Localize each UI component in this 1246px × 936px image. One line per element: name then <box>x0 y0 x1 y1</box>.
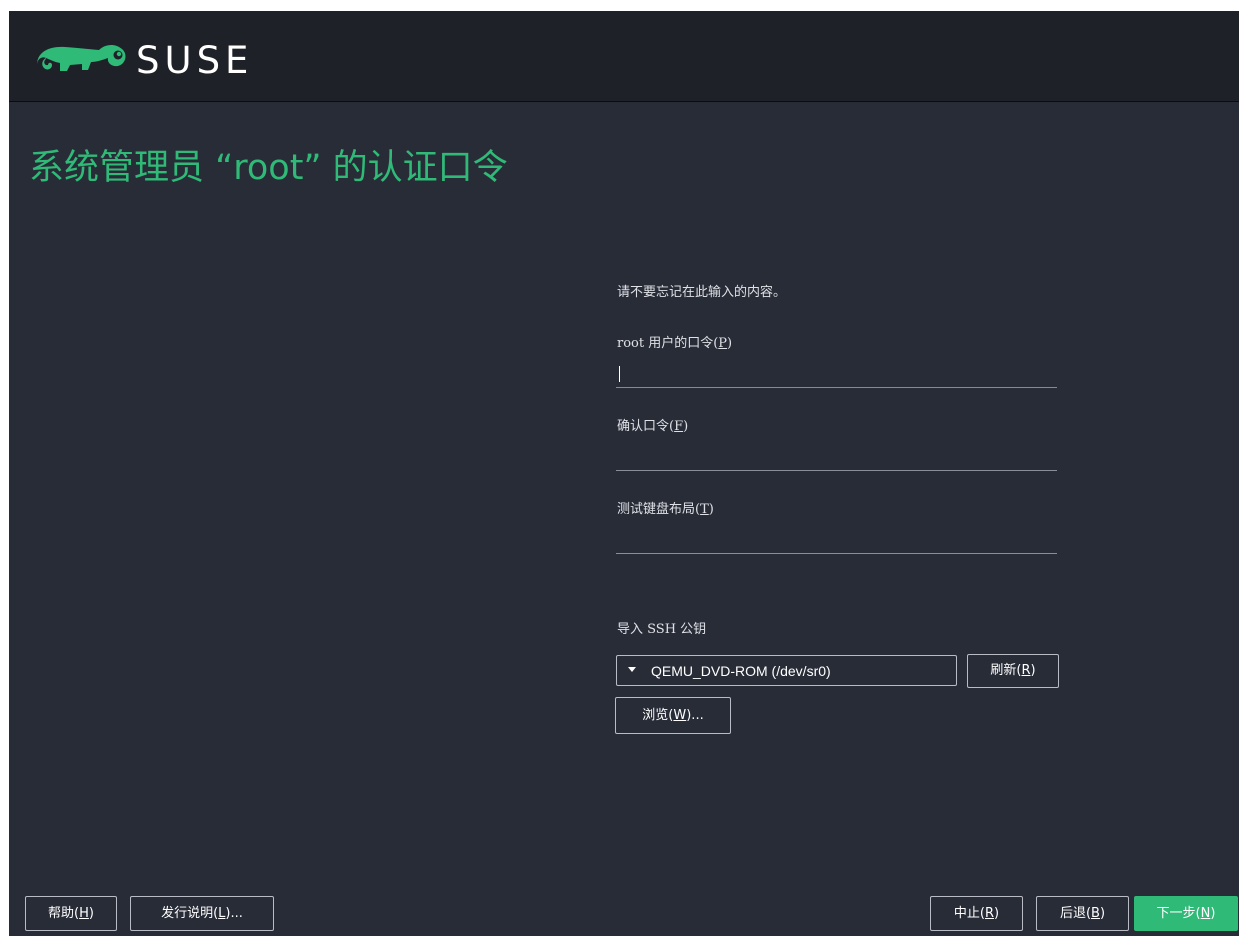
installer-window: SUSE 系统管理员 “root” 的认证口令 请不要忘记在此输入的内容。 ro… <box>9 11 1239 936</box>
text-cursor <box>619 366 620 382</box>
ssh-source-dropdown[interactable]: QEMU_DVD-ROM (/dev/sr0) <box>616 655 957 686</box>
shortcut-key: F <box>674 419 684 434</box>
abort-button[interactable]: 中止(R) <box>930 896 1023 931</box>
confirm-password-label: 确认口令(F) <box>617 419 689 434</box>
shortcut-key: P <box>718 336 728 351</box>
next-button[interactable]: 下一步(N) <box>1134 896 1238 931</box>
dropdown-arrow-icon <box>628 667 636 672</box>
top-banner: SUSE <box>9 11 1239 102</box>
brand-name: SUSE <box>136 39 254 82</box>
root-password-input[interactable] <box>616 361 1057 388</box>
page-title: 系统管理员 “root” 的认证口令 <box>29 148 508 188</box>
back-button[interactable]: 后退(B) <box>1036 896 1129 931</box>
ssh-import-label: 导入 SSH 公钥 <box>617 622 707 637</box>
ssh-source-value: QEMU_DVD-ROM (/dev/sr0) <box>651 663 831 679</box>
root-password-label: root 用户的口令(P) <box>617 336 733 351</box>
keyboard-test-label: 测试键盘布局(T) <box>617 502 714 517</box>
help-button[interactable]: 帮助(H) <box>25 896 117 931</box>
reminder-note: 请不要忘记在此输入的内容。 <box>617 285 787 300</box>
browse-button[interactable]: 浏览(W)... <box>615 697 731 734</box>
keyboard-test-input[interactable] <box>616 527 1057 554</box>
refresh-button[interactable]: 刷新(R) <box>967 654 1059 688</box>
confirm-password-input[interactable] <box>616 444 1057 471</box>
suse-chameleon-logo-icon <box>37 44 126 71</box>
shortcut-key: T <box>700 502 709 517</box>
release-notes-button[interactable]: 发行说明(L)... <box>130 896 274 931</box>
